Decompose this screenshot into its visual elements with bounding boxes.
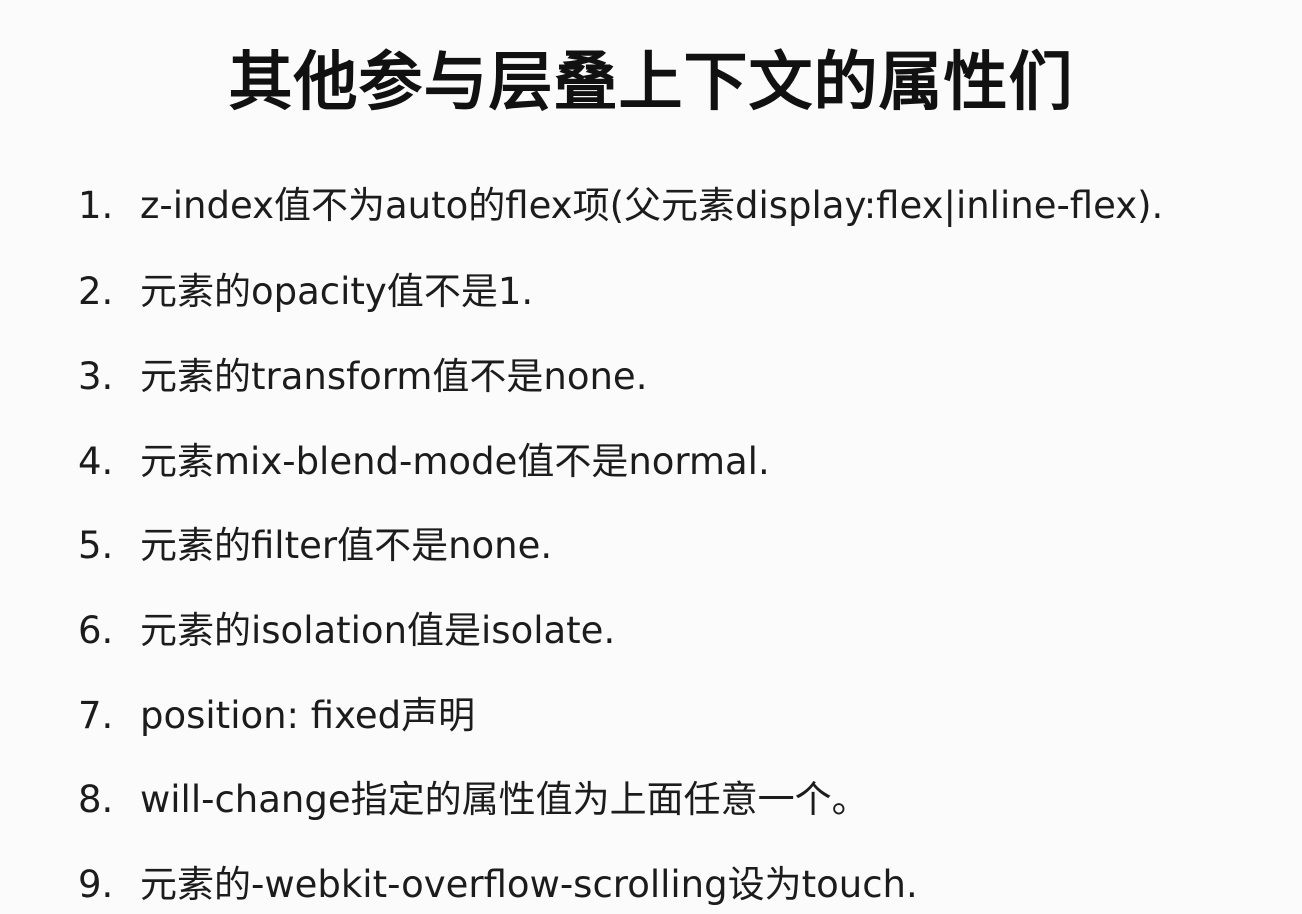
list-item-number: 6. — [78, 609, 114, 652]
list-item-number: 5. — [78, 524, 114, 567]
list-item-number: 4. — [78, 440, 114, 483]
slide-title: 其他参与层叠上下文的属性们 — [228, 46, 1074, 120]
list-item-text: 元素的transform值不是none. — [140, 355, 648, 398]
list-item: 9. 元素的-webkit-overflow-scrolling设为touch. — [78, 857, 918, 913]
list-item-text: z-index值不为auto的flex项(父元素display:flex|inl… — [140, 184, 1164, 227]
list-item-number: 9. — [78, 863, 114, 906]
list-item-text: 元素mix-blend-mode值不是normal. — [140, 440, 770, 483]
list-item-number: 2. — [78, 270, 114, 313]
slide: 其他参与层叠上下文的属性们 1. z-index值不为auto的flex项(父元素… — [0, 0, 1302, 914]
list-item: 2. 元素的opacity值不是1. — [78, 264, 533, 320]
list-item: 3. 元素的transform值不是none. — [78, 349, 647, 405]
list-item: 1. z-index值不为auto的flex项(父元素display:flex|i… — [78, 178, 1163, 234]
list-item: 5. 元素的filter值不是none. — [78, 518, 552, 574]
list-item-number: 3. — [78, 355, 114, 398]
list-item-text: 元素的opacity值不是1. — [140, 270, 534, 313]
list-item-number: 1. — [78, 184, 114, 227]
list-item: 8. will-change指定的属性值为上面任意一个。 — [78, 772, 869, 828]
list-item-text: position: fixed声明 — [140, 694, 476, 737]
list-item-number: 7. — [78, 694, 114, 737]
list-item-text: 元素的-webkit-overflow-scrolling设为touch. — [140, 863, 918, 906]
list-item-text: 元素的isolation值是isolate. — [140, 609, 616, 652]
list-item-text: will-change指定的属性值为上面任意一个。 — [140, 778, 869, 821]
list-item: 7. position: fixed声明 — [78, 688, 475, 744]
list-item-number: 8. — [78, 778, 114, 821]
list-item-text: 元素的filter值不是none. — [140, 524, 553, 567]
list-item: 6. 元素的isolation值是isolate. — [78, 603, 615, 659]
list-item: 4. 元素mix-blend-mode值不是normal. — [78, 434, 770, 490]
